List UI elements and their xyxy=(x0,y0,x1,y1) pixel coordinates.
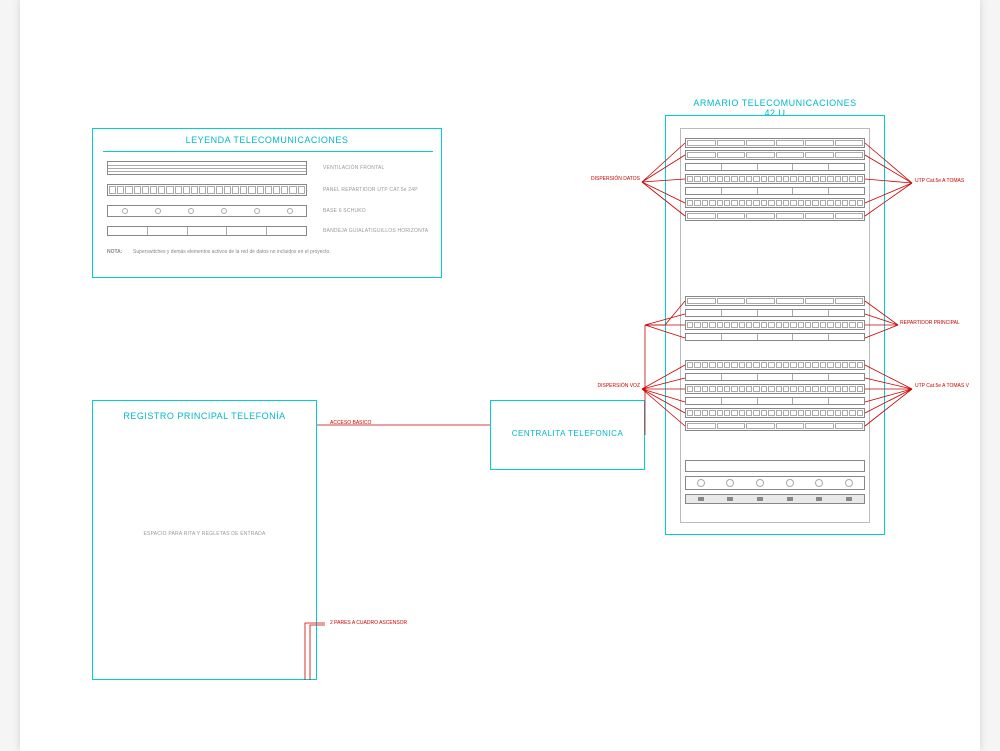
rack-vent-4 xyxy=(685,296,865,306)
rack-tray-3 xyxy=(685,309,865,317)
rack-panel-1 xyxy=(685,174,865,184)
legend-box: LEYENDA TELECOMUNICACIONES VENTILACIÓN F… xyxy=(92,128,442,278)
label-dispersion-voz: DISPERSIÓN VOZ xyxy=(580,383,640,389)
legend-desc-2: BASE 6 SCHUKO xyxy=(323,208,366,214)
rack-vent-1 xyxy=(685,138,865,148)
rack-vent-2 xyxy=(685,150,865,160)
rack-tray-4 xyxy=(685,333,865,341)
nota-label: NOTA: xyxy=(107,249,122,255)
rack-tray-1 xyxy=(685,163,865,171)
rack-panel-3 xyxy=(685,320,865,330)
centralita-title: CENTRALITA TELEFONICA xyxy=(491,429,644,438)
legend-item-schuko xyxy=(107,205,307,217)
rack-schuko-2 xyxy=(685,494,865,504)
label-acceso-basico: ACCESO BASICO xyxy=(330,420,371,426)
label-pares-ascensor: 2 PARES A CUADRO ASCENSOR xyxy=(330,620,407,626)
centralita-box: CENTRALITA TELEFONICA xyxy=(490,400,645,470)
rack-panel-5 xyxy=(685,384,865,394)
rack-panel-2 xyxy=(685,198,865,208)
legend-item-tray xyxy=(107,226,307,236)
legend-item-ventilation xyxy=(107,161,307,175)
rack-panel-6 xyxy=(685,408,865,418)
rack-tray-5 xyxy=(685,373,865,381)
legend-desc-0: VENTILACIÓN FRONTAL xyxy=(323,165,385,171)
rack-panel-4 xyxy=(685,360,865,370)
label-repartidor: REPARTIDOR PRINCIPAL xyxy=(900,320,960,326)
registro-box: REGISTRO PRINCIPAL TELEFONÍA ESPACIO PAR… xyxy=(92,400,317,680)
registro-body: ESPACIO PARA RITA Y REGLETAS DE ENTRADA xyxy=(93,531,316,538)
label-dispersion-datos: DISPERSIÓN DATOS xyxy=(580,176,640,182)
label-utp-tomas-v: UTP Cat.5e A TOMAS V xyxy=(915,383,975,389)
rack-vent-3 xyxy=(685,211,865,221)
legend-desc-3: BANDEJA GUIALATIGUILLOS HORIZONTA xyxy=(323,228,428,234)
rack-blank xyxy=(685,460,865,472)
rack-tray-2 xyxy=(685,187,865,195)
nota-text: Superswitches y demás elementos activos … xyxy=(133,249,333,256)
legend-title: LEYENDA TELECOMUNICACIONES xyxy=(93,135,441,145)
rack-tray-6 xyxy=(685,397,865,405)
armario-title: ARMARIO TELECOMUNICACIONES xyxy=(665,98,885,108)
legend-item-patch-panel xyxy=(107,184,307,196)
drawing-sheet: LEYENDA TELECOMUNICACIONES VENTILACIÓN F… xyxy=(20,0,980,751)
registro-title: REGISTRO PRINCIPAL TELEFONÍA xyxy=(93,411,316,421)
legend-desc-1: PANEL REPARTIDOR UTP CAT.5e 24P xyxy=(323,187,418,193)
rack-schuko-1 xyxy=(685,476,865,490)
label-utp-tomas: UTP Cat.5e A TOMAS xyxy=(915,178,975,184)
rack-vent-5 xyxy=(685,421,865,431)
